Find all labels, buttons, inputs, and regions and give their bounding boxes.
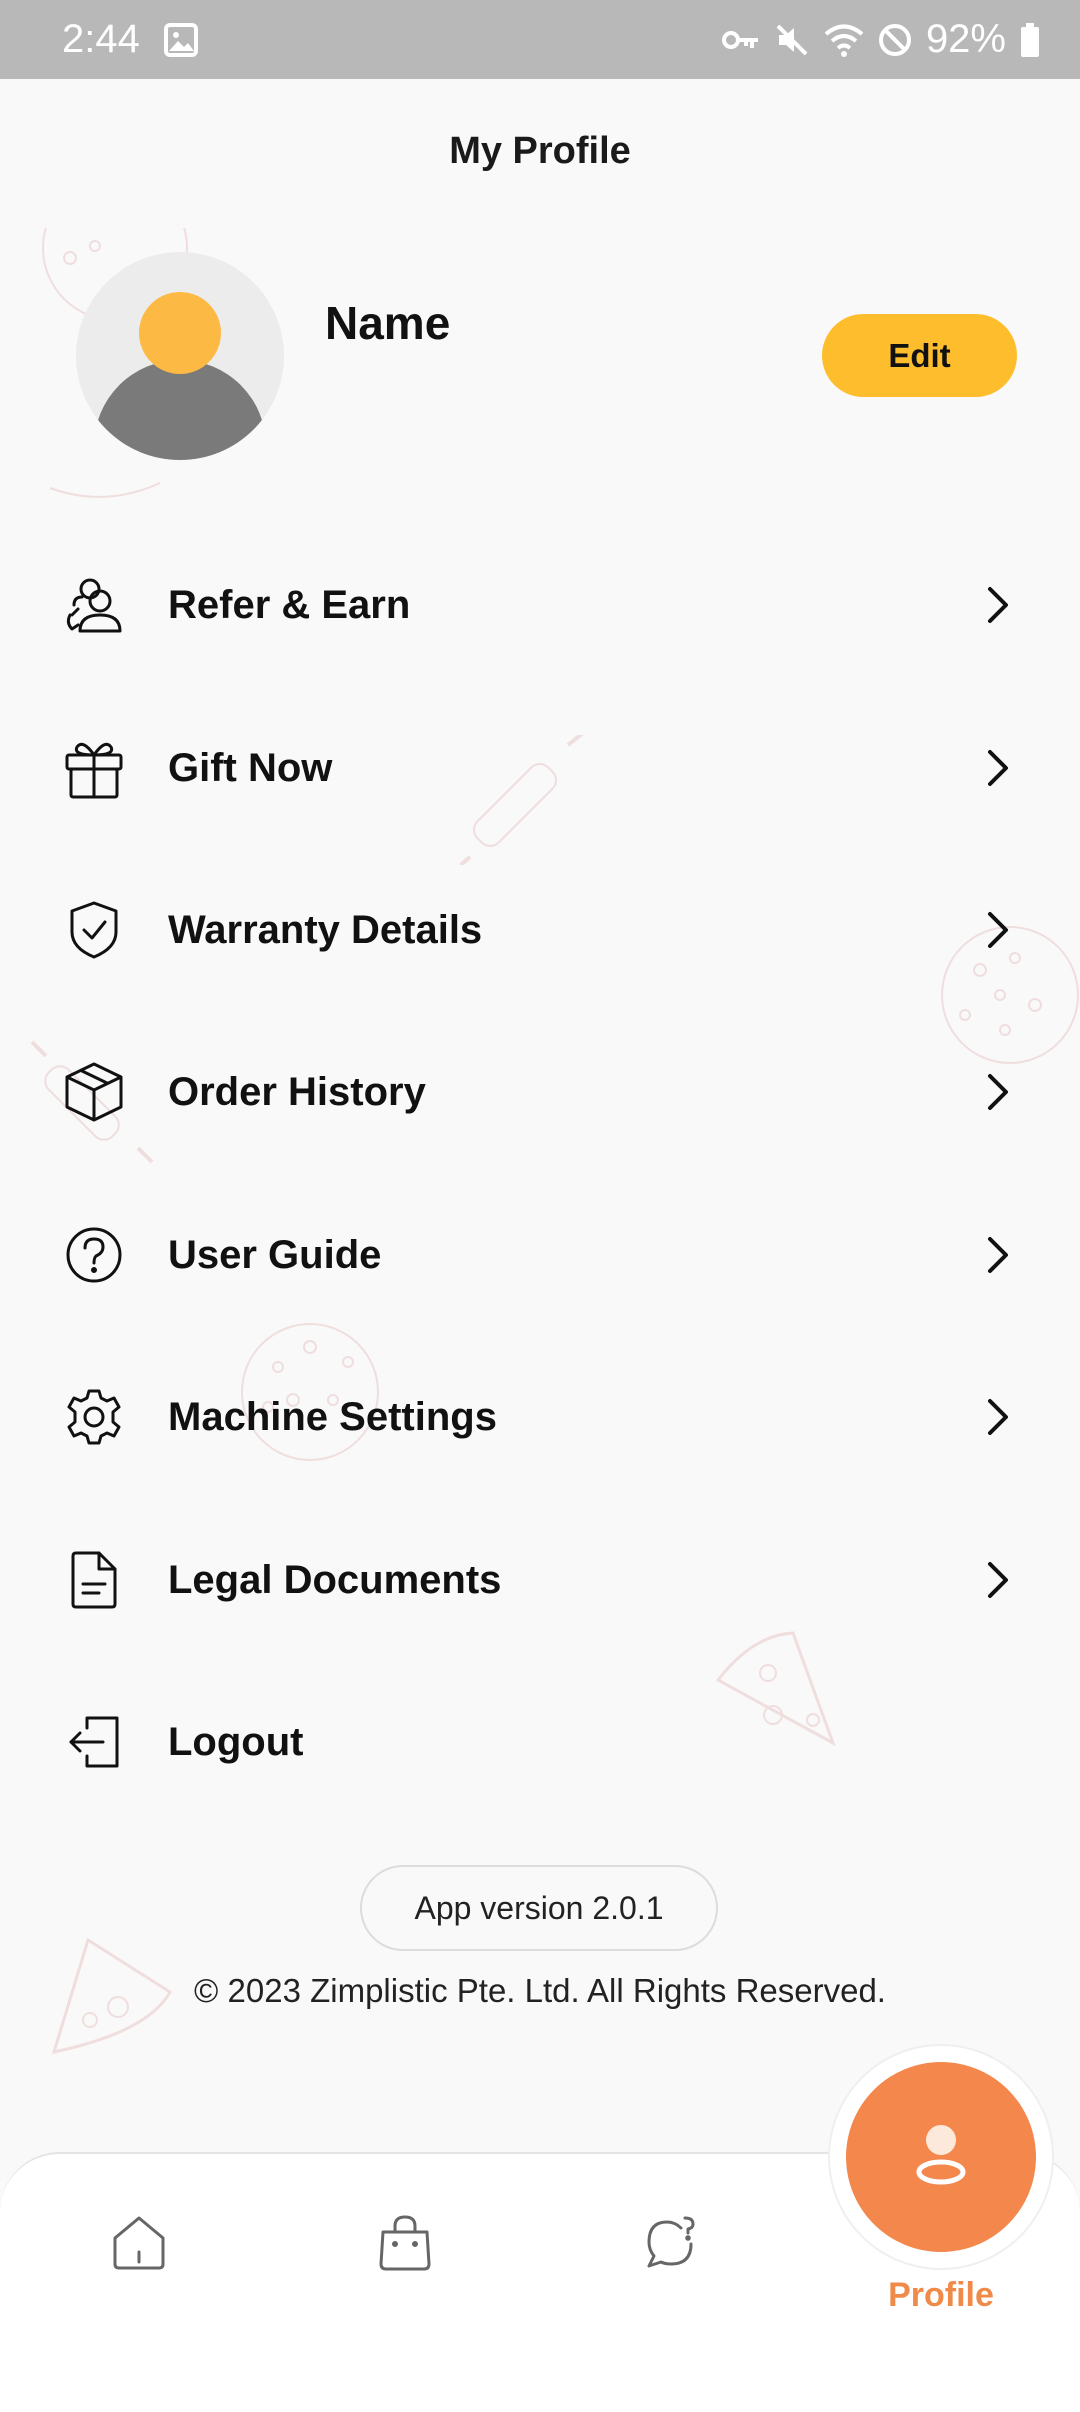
nav-support[interactable] [631, 2205, 711, 2285]
status-time: 2:44 [62, 17, 140, 61]
shield-check-icon [60, 896, 128, 964]
battery-icon [1020, 22, 1040, 57]
nav-home[interactable] [99, 2205, 179, 2285]
app-version-badge: App version 2.0.1 [360, 1865, 718, 1951]
document-icon [60, 1546, 128, 1614]
chevron-right-icon [978, 1067, 1018, 1117]
status-bar: 2:44 92% [0, 0, 1080, 79]
menu-item-label: Logout [168, 1719, 304, 1764]
menu-item-gift-now[interactable]: Gift Now [0, 708, 1080, 828]
shopping-bag-icon [377, 2214, 433, 2277]
nav-shop[interactable] [365, 2205, 445, 2285]
menu-item-machine-settings[interactable]: Machine Settings [0, 1357, 1080, 1477]
chevron-right-icon [978, 1555, 1018, 1605]
support-chat-icon [641, 2214, 701, 2277]
edit-profile-button[interactable]: Edit [822, 314, 1017, 397]
avatar [76, 252, 284, 460]
do-not-disturb-icon [878, 23, 912, 57]
menu-item-refer-earn[interactable]: Refer & Earn [0, 545, 1080, 665]
box-icon [60, 1058, 128, 1126]
menu-item-label: Machine Settings [168, 1394, 497, 1439]
copyright-text: © 2023 Zimplistic Pte. Ltd. All Rights R… [194, 1972, 886, 2009]
page-title: My Profile [449, 130, 631, 172]
menu-item-label: Gift Now [168, 745, 333, 790]
refer-icon [60, 571, 128, 639]
chevron-right-icon [978, 1392, 1018, 1442]
menu-item-warranty-details[interactable]: Warranty Details [0, 870, 1080, 990]
menu-item-logout[interactable]: Logout [0, 1682, 1080, 1802]
menu-item-label: Order History [168, 1069, 426, 1114]
chevron-right-icon [978, 743, 1018, 793]
menu-item-order-history[interactable]: Order History [0, 1032, 1080, 1152]
help-circle-icon [60, 1221, 128, 1289]
gift-icon [60, 734, 128, 802]
menu-item-legal-documents[interactable]: Legal Documents [0, 1520, 1080, 1640]
vpn-key-icon [721, 27, 760, 53]
home-icon [109, 2214, 169, 2277]
logout-icon [60, 1708, 128, 1776]
gear-icon [60, 1383, 128, 1451]
profile-icon [913, 2122, 969, 2193]
chevron-right-icon [978, 1230, 1018, 1280]
profile-name: Name [325, 297, 451, 349]
nav-profile[interactable] [846, 2062, 1036, 2252]
menu-item-label: Refer & Earn [168, 582, 411, 627]
wifi-icon [824, 23, 864, 57]
chevron-right-icon [978, 580, 1018, 630]
battery-percent: 92% [925, 17, 1006, 61]
gallery-icon [163, 22, 198, 57]
menu-item-user-guide[interactable]: User Guide [0, 1195, 1080, 1315]
chevron-right-icon [978, 905, 1018, 955]
menu-item-label: Warranty Details [168, 907, 483, 952]
nav-profile-label[interactable]: Profile [830, 2276, 1052, 2315]
menu-item-label: User Guide [168, 1232, 382, 1277]
menu-item-label: Legal Documents [168, 1557, 502, 1602]
mute-icon [774, 22, 810, 58]
